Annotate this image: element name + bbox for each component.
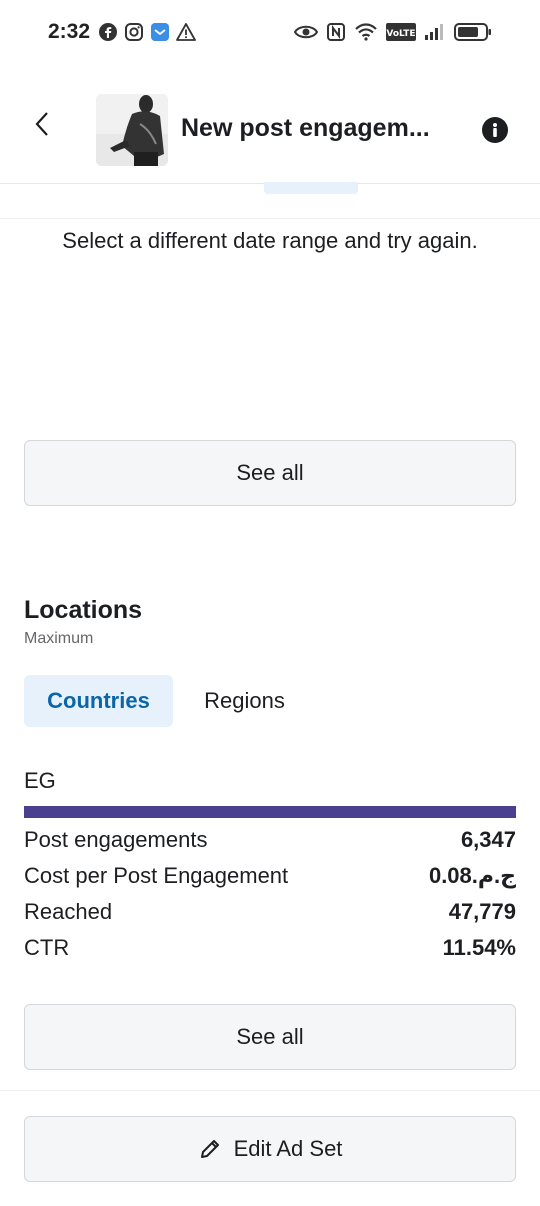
info-button[interactable] xyxy=(482,117,508,143)
metric-row: CTR 11.54% xyxy=(24,933,516,963)
divider xyxy=(0,218,540,219)
metric-label: Post engagements xyxy=(24,827,208,852)
status-left-icons xyxy=(98,22,196,42)
see-all-button[interactable]: See all xyxy=(24,440,516,506)
wifi-icon xyxy=(354,22,378,42)
eye-icon xyxy=(294,23,318,41)
volte-icon: VoLTE xyxy=(386,23,416,41)
divider xyxy=(0,1090,540,1091)
section-subtitle: Maximum xyxy=(24,630,94,647)
ad-thumbnail-image xyxy=(96,94,168,166)
edit-ad-set-label: Edit Ad Set xyxy=(233,1136,343,1161)
header: New post engagem... xyxy=(0,64,540,184)
pencil-icon xyxy=(200,1140,219,1158)
metric-value: 6,347 xyxy=(460,827,516,852)
distribution-bar-fill xyxy=(24,806,516,818)
signal-icon xyxy=(424,23,446,41)
status-time: 2:32 xyxy=(48,20,91,43)
metric-label: Cost per Post Engagement xyxy=(24,863,289,888)
edit-ad-set-button[interactable]: Edit Ad Set xyxy=(24,1116,516,1182)
nfc-icon xyxy=(326,22,346,42)
metric-value: 47,779 xyxy=(448,899,516,924)
info-icon xyxy=(493,123,497,137)
metric-value: ج.م.‏0.08 xyxy=(428,863,516,888)
volte-text: VoLTE xyxy=(386,29,415,39)
status-bar: 2:32 VoLTE xyxy=(0,0,540,64)
metric-row: Post engagements 6,347 xyxy=(24,825,516,855)
instagram-icon xyxy=(124,22,144,42)
ad-thumbnail[interactable] xyxy=(96,94,168,166)
tab-countries[interactable]: Countries xyxy=(24,675,173,727)
metric-row: Reached 47,779 xyxy=(24,897,516,927)
facebook-icon xyxy=(98,22,118,42)
metric-label: CTR xyxy=(24,935,70,960)
section-title: Locations xyxy=(24,596,143,624)
back-button[interactable] xyxy=(28,110,56,138)
metric-label: Reached xyxy=(24,899,113,924)
warning-icon xyxy=(176,22,196,42)
status-right-icons: VoLTE xyxy=(294,22,492,42)
see-all-locations-button[interactable]: See all xyxy=(24,1004,516,1070)
tab-regions[interactable]: Regions xyxy=(182,675,307,727)
chevron-left-icon xyxy=(35,112,48,136)
app-notification-icon xyxy=(150,22,170,42)
page-title: New post engagem... xyxy=(181,114,430,142)
metric-value: 11.54% xyxy=(442,935,516,960)
metric-row: Cost per Post Engagement ج.م.‏0.08 xyxy=(24,861,516,891)
scrolled-chip xyxy=(264,182,358,194)
country-label: EG xyxy=(24,768,56,793)
distribution-bar xyxy=(24,806,516,818)
battery-icon xyxy=(454,22,492,42)
empty-state-message: Select a different date range and try ag… xyxy=(62,228,478,253)
